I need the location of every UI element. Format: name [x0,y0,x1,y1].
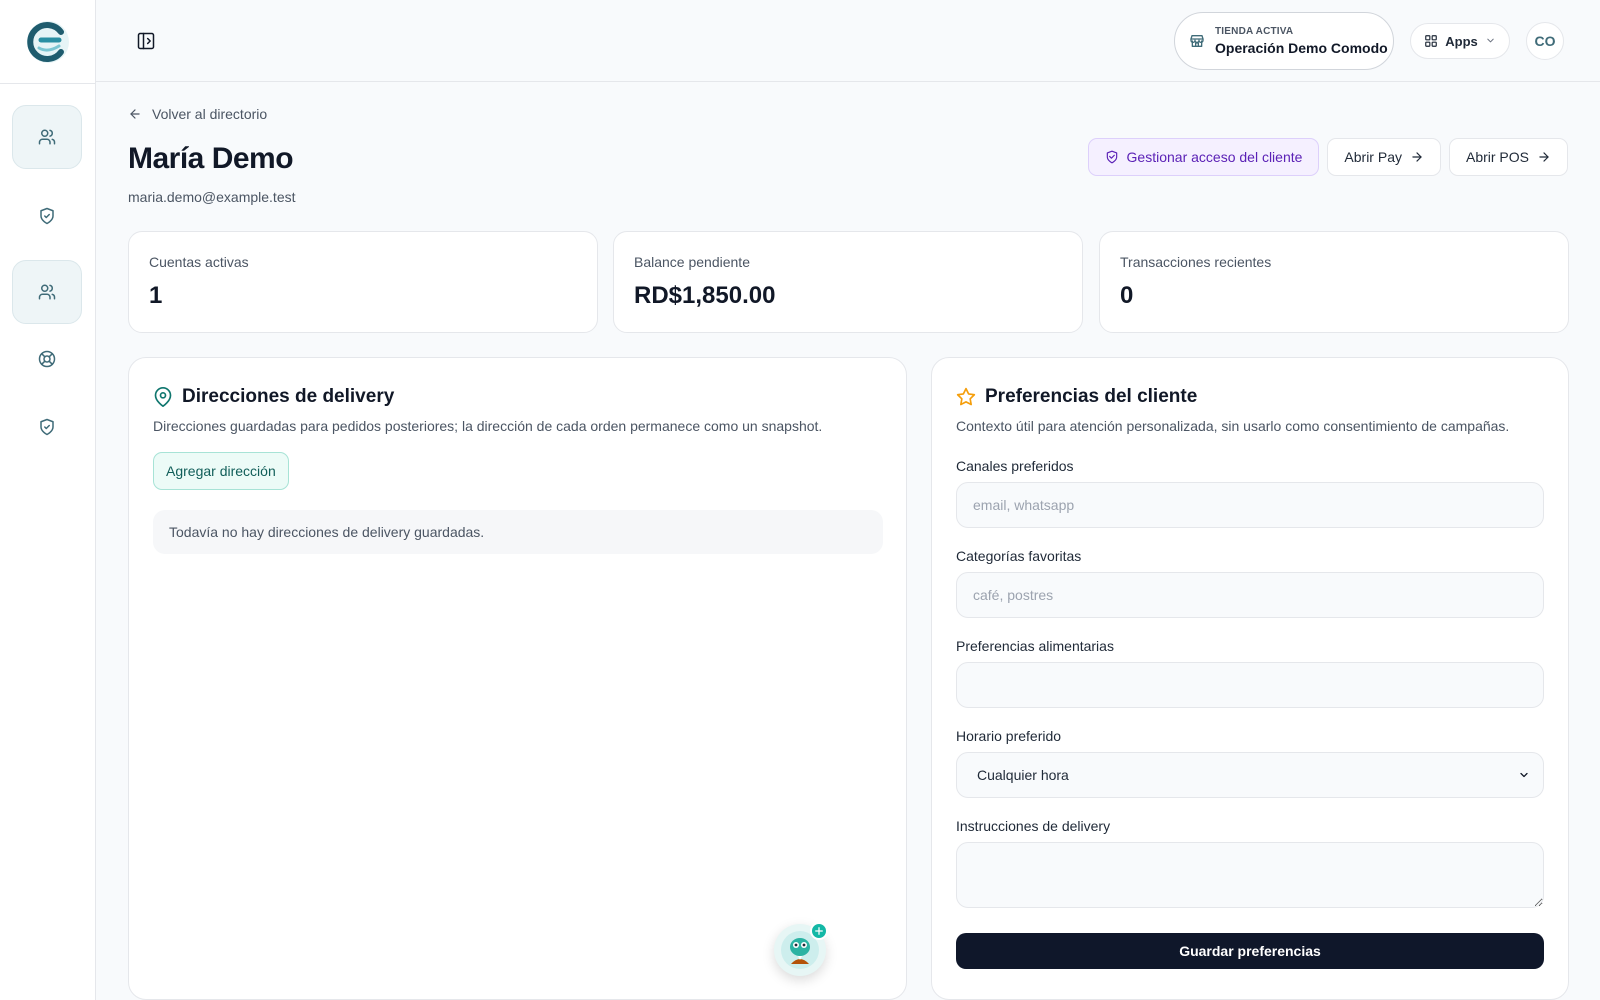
chevron-down-icon [1520,772,1528,778]
chevron-down-icon [1485,34,1496,49]
empty-addresses-message: Todavía no hay direcciones de delivery g… [153,510,883,554]
card-header: Direcciones de delivery [153,386,882,408]
assistant-mascot-button[interactable] [774,922,828,976]
sidebar-item-security[interactable] [12,184,82,248]
shield-check-icon [40,207,54,225]
add-address-button[interactable]: Agregar dirección [153,452,289,490]
apps-label: Apps [1445,33,1478,49]
stat-label: Cuentas activas [149,254,249,270]
store-name: Operación Demo Comodo [1215,40,1388,56]
stat-value: RD$1,850.00 [634,282,776,309]
dietary-label: Preferencias alimentarias [956,638,1114,654]
shield-check-icon [40,418,54,436]
sparkle-badge-icon [810,922,828,940]
store-kicker: TIENDA ACTIVA [1215,26,1294,37]
handshake-shield-icon [1106,150,1117,164]
customer-preferences-card: Preferencias del cliente Contexto útil p… [931,357,1569,1000]
dietary-preferences-input[interactable] [956,662,1544,708]
page-title: María Demo [128,142,294,175]
store-text: TIENDA ACTIVA Operación Demo Comodo [1215,26,1388,56]
lifebuoy-icon [38,350,56,368]
top-bar: TIENDA ACTIVA Operación Demo Comodo Apps… [96,0,1600,82]
stat-card-active-accounts: Cuentas activas 1 [128,231,598,333]
open-pos-label: Abrir POS [1465,149,1529,165]
preferences-card-title: Preferencias del cliente [985,386,1198,407]
store-icon [1190,35,1204,47]
customer-email: maria.demo@example.test [128,189,296,205]
save-preferences-button[interactable]: Guardar preferencias [956,933,1544,969]
favorite-categories-input[interactable] [956,572,1544,618]
stat-label: Transacciones recientes [1120,254,1272,270]
manage-access-button[interactable]: Gestionar acceso del cliente [1087,138,1320,176]
stat-value: 1 [149,282,163,309]
arrow-right-icon [1412,152,1422,162]
channels-label: Canales preferidos [956,458,1074,474]
grid-icon [1425,35,1438,47]
card-header: Preferencias del cliente [956,386,1544,408]
logo-area [0,0,95,84]
schedule-selected-value: Cualquier hora [956,752,1544,798]
sidebar-item-support[interactable] [12,327,82,391]
preferences-card-description: Contexto útil para atención personalizad… [956,418,1510,434]
sidebar [0,0,96,1000]
arrow-left-icon [130,109,140,119]
active-store-selector[interactable]: TIENDA ACTIVA Operación Demo Comodo [1174,12,1394,70]
stat-card-recent-transactions: Transacciones recientes 0 [1099,231,1569,333]
map-pin-icon [154,387,172,407]
users-icon [38,129,56,145]
stat-label: Balance pendiente [634,254,750,270]
back-to-directory-link[interactable]: Volver al directorio [128,106,267,122]
sidebar-item-directory[interactable] [12,260,82,324]
page-actions: Gestionar acceso del cliente Abrir Pay A… [1087,138,1568,176]
preferred-channels-input[interactable] [956,482,1544,528]
sidebar-item-compliance[interactable] [12,395,82,459]
open-pay-button[interactable]: Abrir Pay [1327,138,1441,176]
sidebar-item-customers[interactable] [12,105,82,169]
back-link-label: Volver al directorio [152,106,268,122]
open-pay-label: Abrir Pay [1344,149,1402,165]
user-avatar[interactable]: CO [1526,22,1564,60]
instructions-label: Instrucciones de delivery [956,818,1111,834]
categories-label: Categorías favoritas [956,548,1082,564]
schedule-label: Horario preferido [956,728,1062,744]
preferred-schedule-select[interactable]: Cualquier hora [956,752,1544,798]
apps-menu-button[interactable]: Apps [1410,23,1510,59]
brand-logo-icon[interactable] [25,19,71,65]
app-root: TIENDA ACTIVA Operación Demo Comodo Apps… [0,0,1600,1000]
stat-card-pending-balance: Balance pendiente RD$1,850.00 [613,231,1083,333]
open-pos-button[interactable]: Abrir POS [1448,138,1568,176]
star-icon [956,387,976,406]
sidebar-toggle-button[interactable] [136,31,156,51]
arrow-right-icon [1539,152,1549,162]
delivery-instructions-textarea[interactable] [956,842,1544,908]
delivery-card-title: Direcciones de delivery [182,386,395,407]
delivery-card-description: Direcciones guardadas para pedidos poste… [153,418,823,434]
panel-left-icon [137,32,155,50]
stat-value: 0 [1120,282,1134,309]
manage-access-label: Gestionar acceso del cliente [1126,149,1303,165]
users-icon [38,284,56,300]
delivery-addresses-card: Direcciones de delivery Direcciones guar… [128,357,907,1000]
